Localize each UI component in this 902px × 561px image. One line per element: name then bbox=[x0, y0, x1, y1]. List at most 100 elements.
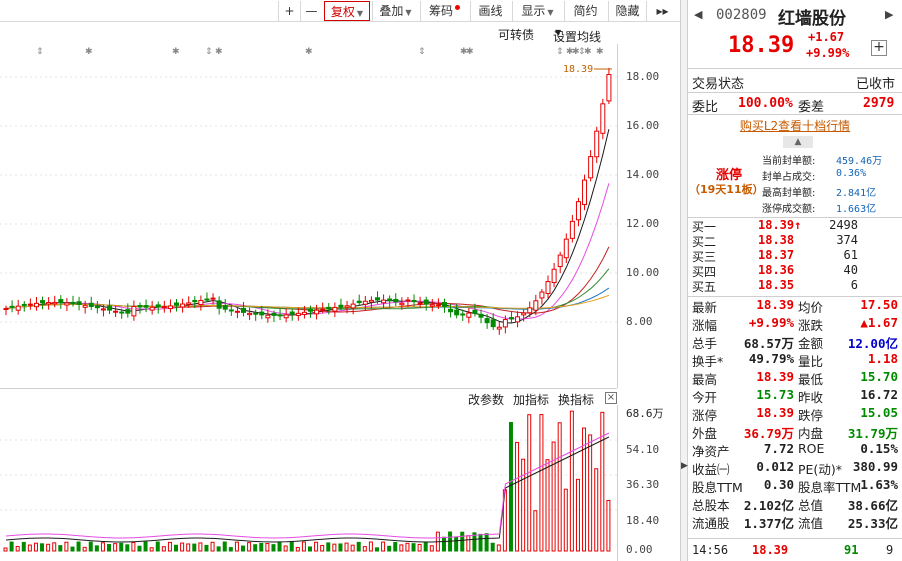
volume-bar bbox=[82, 546, 87, 552]
limit-row-value: 2.841亿 bbox=[836, 188, 877, 199]
bid-price: 18.36 bbox=[758, 263, 795, 277]
candle-body bbox=[490, 319, 496, 328]
bid-volume: 61 bbox=[843, 248, 858, 262]
add-indicator-button[interactable]: 加指标 bbox=[513, 391, 549, 408]
more-arrows-icon[interactable]: ▸▸ bbox=[646, 1, 678, 21]
bid-price: 18.39↑ bbox=[758, 218, 802, 232]
candle-body bbox=[466, 312, 472, 318]
volume-bar bbox=[393, 542, 398, 552]
volume-bar bbox=[515, 441, 520, 552]
divider bbox=[688, 92, 902, 93]
quote-value: 38.66亿 bbox=[847, 498, 898, 513]
kline-chart-area[interactable]: + — 复权 ▼ 叠加 ▼ 筹码 画线 显示 ▼ 简约 隐藏 ▸▸ 可转债 设置均线 ▼… bbox=[0, 0, 680, 561]
candle-body bbox=[247, 312, 253, 316]
quote-value: 0.30 bbox=[763, 477, 794, 492]
event-marker-icon[interactable]: ⇕ bbox=[556, 47, 564, 57]
quote-value: 380.99 bbox=[852, 459, 898, 474]
candle-body bbox=[204, 298, 210, 301]
current-price: 18.39 bbox=[728, 33, 795, 58]
quote-value: 1.63% bbox=[860, 477, 898, 492]
tick-volume: 91 bbox=[844, 543, 859, 557]
candle-body bbox=[362, 300, 368, 305]
volume-axis: 68.6万 54.10 36.30 18.40 0.00 bbox=[617, 405, 680, 561]
volume-bar bbox=[533, 510, 538, 552]
close-icon[interactable]: × bbox=[605, 392, 617, 404]
quote-value: 15.70 bbox=[860, 369, 898, 384]
volume-axis-label: 18.40 bbox=[626, 514, 660, 527]
candle-body bbox=[314, 309, 320, 315]
volume-bar bbox=[21, 541, 26, 552]
volume-bar bbox=[180, 542, 185, 552]
quote-value: 16.72 bbox=[860, 387, 898, 402]
volume-bar bbox=[332, 543, 337, 552]
prev-stock-icon[interactable]: ◀ bbox=[694, 8, 702, 21]
quote-label: 最新 bbox=[692, 300, 718, 315]
candle-body bbox=[368, 299, 374, 303]
event-marker-icon[interactable]: ✱ bbox=[584, 47, 592, 57]
next-stock-icon[interactable]: ▶ bbox=[885, 8, 893, 21]
candle-body bbox=[393, 298, 399, 303]
volume-bar bbox=[582, 427, 587, 552]
quote-label: 跌停 bbox=[798, 408, 824, 423]
bid-volume: 40 bbox=[843, 263, 858, 277]
candle-body bbox=[241, 307, 247, 313]
tick-count: 9 bbox=[886, 543, 894, 557]
event-marker-icon[interactable]: ✱ bbox=[466, 47, 474, 57]
volume-bar bbox=[399, 544, 404, 552]
candle-body bbox=[3, 308, 9, 311]
candle-body bbox=[259, 311, 265, 316]
quote-value: 15.73 bbox=[756, 387, 794, 402]
event-marker-icon[interactable]: ✱ bbox=[305, 47, 313, 57]
volume-bar bbox=[27, 544, 32, 552]
buy-l2-link[interactable]: 购买L2查看十档行情 bbox=[688, 117, 902, 134]
event-marker-icon[interactable]: ✱ bbox=[172, 47, 180, 57]
volume-bar bbox=[131, 542, 136, 552]
volume-bar bbox=[508, 422, 513, 552]
quote-label: 量比 bbox=[798, 354, 824, 369]
candle-body bbox=[527, 307, 533, 314]
candle-body bbox=[107, 305, 113, 311]
candle-body bbox=[472, 309, 478, 314]
change-params-button[interactable]: 改参数 bbox=[468, 391, 504, 408]
collapse-arrow-icon[interactable]: ▶ bbox=[681, 459, 688, 473]
switch-indicator-button[interactable]: 换指标 bbox=[558, 391, 594, 408]
quote-value: 25.33亿 bbox=[847, 516, 898, 531]
volume-bar bbox=[314, 541, 319, 552]
candle-body bbox=[186, 302, 192, 305]
candle-body bbox=[338, 304, 344, 308]
limit-row-value: 459.46万 bbox=[836, 156, 883, 167]
event-marker-icon[interactable]: ✱ bbox=[596, 47, 604, 57]
volume-bar bbox=[70, 546, 75, 552]
candle-body bbox=[70, 301, 76, 305]
bid-volume: 374 bbox=[836, 233, 858, 247]
event-marker-icon[interactable]: ✱ bbox=[85, 47, 93, 57]
bid-volume: 6 bbox=[850, 278, 858, 292]
volume-bar bbox=[381, 541, 386, 552]
volume-bar bbox=[362, 546, 367, 552]
volume-bar bbox=[76, 541, 81, 552]
volume-bar bbox=[600, 411, 605, 552]
panel-splitter[interactable] bbox=[680, 0, 688, 561]
candle-body bbox=[308, 309, 313, 312]
volume-bar bbox=[241, 545, 246, 552]
collapse-chevron-icon[interactable]: ▲ bbox=[783, 136, 813, 148]
volume-bar bbox=[563, 488, 568, 552]
ma5-line bbox=[5, 129, 610, 324]
candle-body bbox=[381, 299, 387, 304]
event-marker-icon[interactable]: ⇕ bbox=[418, 47, 426, 57]
event-marker-icon[interactable]: ⇕ bbox=[205, 47, 213, 57]
volume-bar bbox=[387, 545, 392, 552]
volume-bar bbox=[161, 546, 166, 552]
event-marker-icon[interactable]: ⇕ bbox=[36, 47, 44, 57]
volume-bar bbox=[265, 543, 270, 552]
volume-bar bbox=[575, 478, 580, 552]
candle-body bbox=[545, 281, 551, 294]
tick-price: 18.39 bbox=[752, 543, 789, 557]
event-marker-icon[interactable]: ✱ bbox=[215, 47, 223, 57]
add-watchlist-button[interactable]: + bbox=[871, 40, 887, 56]
volume-bar bbox=[52, 542, 57, 552]
volume-bar bbox=[441, 536, 446, 552]
candle-body bbox=[33, 302, 39, 308]
quote-label: 均价 bbox=[798, 300, 824, 315]
volume-toolbar: 改参数 加指标 换指标 × bbox=[0, 388, 617, 408]
